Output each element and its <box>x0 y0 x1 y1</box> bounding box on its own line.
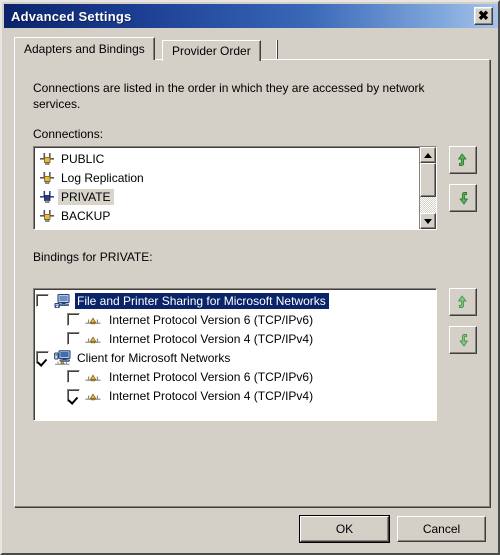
scrollbar-track[interactable] <box>420 163 436 213</box>
arrow-down-icon <box>459 192 468 205</box>
arrow-down-icon <box>459 334 468 347</box>
network-adapter-icon <box>40 152 54 165</box>
network-adapter-icon <box>40 171 54 184</box>
binding-label: File and Printer Sharing for Microsoft N… <box>75 292 329 309</box>
window-title: Advanced Settings <box>11 8 132 24</box>
file-printer-sharing-icon <box>54 293 70 308</box>
scrollbar-thumb[interactable] <box>420 163 436 197</box>
cancel-button-label: Cancel <box>422 522 461 536</box>
tab-provider-order[interactable]: Provider Order <box>162 40 261 61</box>
list-item[interactable]: BACKUP <box>35 206 419 225</box>
ok-button[interactable]: OK <box>299 515 390 543</box>
binding-checkbox[interactable] <box>67 332 80 345</box>
tab-strip-edge <box>276 40 278 61</box>
binding-label: Internet Protocol Version 6 (TCP/IPv6) <box>109 312 314 327</box>
connections-scrollbar[interactable] <box>419 147 436 229</box>
close-icon: ✖ <box>478 8 489 23</box>
bindings-move-up-button[interactable] <box>449 288 477 316</box>
list-item-label: BACKUP <box>61 208 111 223</box>
binding-checkbox[interactable] <box>36 294 49 307</box>
network-adapter-icon <box>40 209 54 222</box>
advanced-settings-dialog: Advanced Settings ✖ Adapters and Binding… <box>0 0 500 555</box>
binding-label: Internet Protocol Version 4 (TCP/IPv4) <box>109 331 314 346</box>
connections-move-down-button[interactable] <box>449 184 477 212</box>
binding-checkbox[interactable] <box>67 389 80 402</box>
title-bar: Advanced Settings ✖ <box>4 4 498 28</box>
list-item-selected[interactable]: PRIVATE <box>35 187 419 206</box>
cancel-button[interactable]: Cancel <box>397 516 486 542</box>
tab-page-adapters-and-bindings: Connections are listed in the order in w… <box>14 59 490 507</box>
network-adapter-icon-active <box>40 190 54 203</box>
description-text: Connections are listed in the order in w… <box>33 81 425 111</box>
binding-row-ipv6[interactable]: Internet Protocol Version 6 (TCP/IPv6) <box>36 310 434 329</box>
tab-label: Provider Order <box>172 44 251 58</box>
protocol-icon <box>85 393 101 400</box>
binding-row-ipv6[interactable]: Internet Protocol Version 6 (TCP/IPv6) <box>36 367 434 386</box>
binding-checkbox[interactable] <box>67 370 80 383</box>
scrollbar-down-button[interactable] <box>420 213 436 229</box>
list-item[interactable]: PUBLIC <box>35 149 419 168</box>
tab-label: Adapters and Bindings <box>24 42 145 56</box>
binding-checkbox[interactable] <box>36 351 49 364</box>
list-item-label: PRIVATE <box>58 188 114 205</box>
binding-row-file-and-printer-sharing[interactable]: File and Printer Sharing for Microsoft N… <box>36 291 434 310</box>
scroll-up-arrow-icon <box>424 152 432 158</box>
arrow-up-icon <box>458 295 467 308</box>
connections-listbox[interactable]: PUBLIC Log Replication PRIVATE BACKUP <box>33 146 437 230</box>
connections-label: Connections: <box>33 127 104 141</box>
connections-move-up-button[interactable] <box>449 146 477 174</box>
connections-rows: PUBLIC Log Replication PRIVATE BACKUP <box>35 149 419 225</box>
scrollbar-up-button[interactable] <box>420 147 436 163</box>
list-item-label: PUBLIC <box>61 151 105 166</box>
scroll-down-arrow-icon <box>424 218 432 224</box>
ok-button-label: OK <box>335 522 354 536</box>
binding-row-ipv4[interactable]: Internet Protocol Version 4 (TCP/IPv4) <box>36 329 434 348</box>
binding-label: Internet Protocol Version 6 (TCP/IPv6) <box>109 369 314 384</box>
tab-adapters-and-bindings[interactable]: Adapters and Bindings <box>14 37 155 60</box>
protocol-icon <box>85 317 101 324</box>
binding-checkbox[interactable] <box>67 313 80 326</box>
binding-row-client-for-microsoft-networks[interactable]: Client for Microsoft Networks <box>36 348 434 367</box>
binding-label: Internet Protocol Version 4 (TCP/IPv4) <box>109 388 314 403</box>
bindings-rows: File and Printer Sharing for Microsoft N… <box>36 291 434 405</box>
list-item[interactable]: Log Replication <box>35 168 419 187</box>
list-item-label: Log Replication <box>61 170 144 185</box>
close-button[interactable]: ✖ <box>474 7 493 25</box>
bindings-label: Bindings for PRIVATE: <box>33 250 153 264</box>
tab-strip: Adapters and Bindings Provider Order <box>14 37 490 61</box>
binding-row-ipv4[interactable]: Internet Protocol Version 4 (TCP/IPv4) <box>36 386 434 405</box>
client-networks-icon <box>54 349 71 365</box>
protocol-icon <box>85 336 101 343</box>
binding-label: Client for Microsoft Networks <box>77 350 231 365</box>
protocol-icon <box>85 374 101 381</box>
bindings-listbox[interactable]: File and Printer Sharing for Microsoft N… <box>33 288 437 421</box>
bindings-move-down-button[interactable] <box>449 326 477 354</box>
arrow-up-icon <box>458 153 467 166</box>
